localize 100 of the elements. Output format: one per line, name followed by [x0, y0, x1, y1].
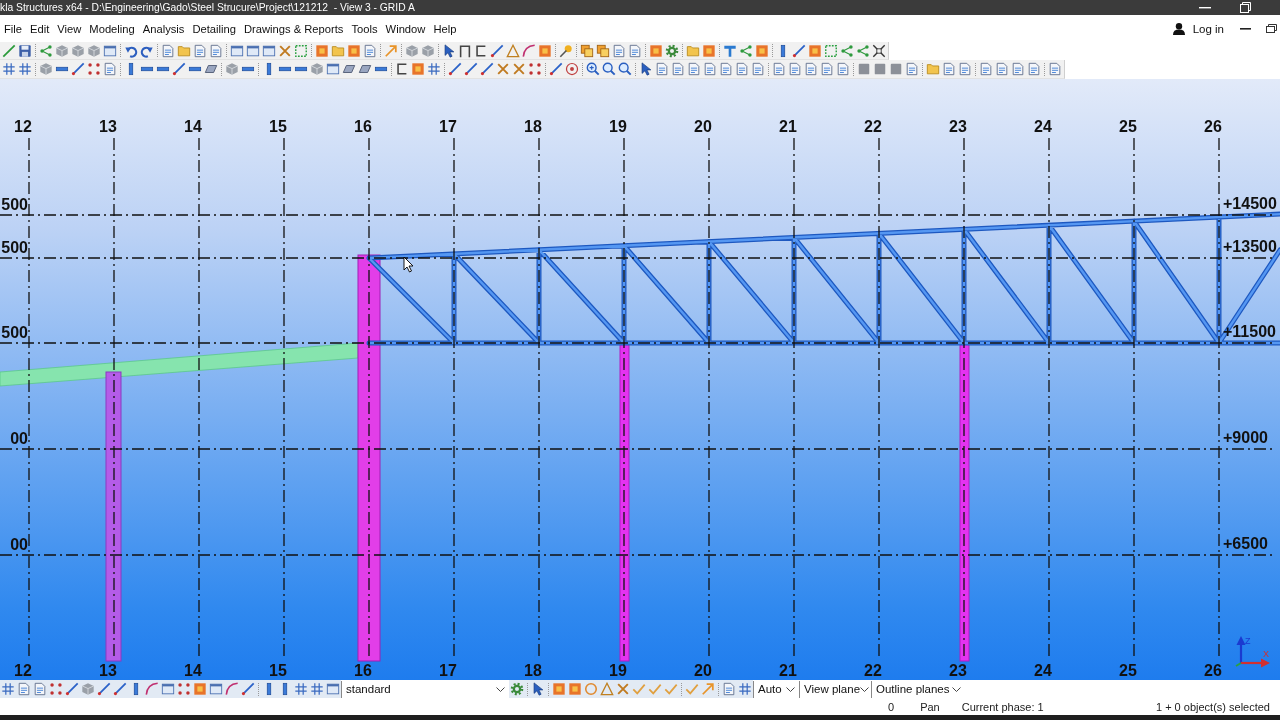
save-icon[interactable]: [18, 43, 32, 58]
magnifier-icon[interactable]: [602, 62, 616, 76]
pointer-icon[interactable]: [442, 43, 456, 58]
menu-item[interactable]: Edit: [26, 20, 54, 37]
window-icon[interactable]: [230, 43, 244, 58]
cube-icon[interactable]: [87, 43, 101, 58]
window-icon[interactable]: [246, 43, 260, 58]
document-icon[interactable]: [33, 682, 47, 696]
plate-icon[interactable]: [204, 62, 218, 76]
document-icon[interactable]: [979, 62, 993, 76]
menu-item[interactable]: Window: [381, 20, 430, 37]
document-icon[interactable]: [1048, 62, 1062, 76]
document-icon[interactable]: [628, 43, 642, 58]
document-icon[interactable]: [703, 62, 717, 76]
document-icon[interactable]: [671, 62, 685, 76]
menu-item[interactable]: Help: [429, 20, 461, 37]
target-icon[interactable]: [565, 62, 579, 76]
menu-item[interactable]: Detailing: [188, 20, 240, 37]
zoom-in-icon[interactable]: [586, 62, 600, 76]
diagonal-line-icon[interactable]: [71, 62, 85, 76]
document-icon[interactable]: [363, 43, 377, 58]
dots-icon[interactable]: [87, 62, 101, 76]
dots-icon[interactable]: [49, 682, 63, 696]
diagonal-line-icon[interactable]: [480, 62, 494, 76]
diagonal-line-icon[interactable]: [97, 682, 111, 696]
plate-icon[interactable]: [342, 62, 356, 76]
cube-icon[interactable]: [421, 43, 435, 58]
document-icon[interactable]: [687, 62, 701, 76]
pointer-icon[interactable]: [531, 682, 545, 696]
cube-icon[interactable]: [71, 43, 85, 58]
folder-icon[interactable]: [177, 43, 191, 58]
window-icon[interactable]: [161, 682, 175, 696]
tick-icon[interactable]: [664, 682, 678, 696]
block-icon[interactable]: [568, 682, 582, 696]
grid-icon[interactable]: [18, 62, 32, 76]
cube-icon[interactable]: [310, 62, 324, 76]
menu-item[interactable]: Analysis: [138, 20, 189, 37]
block-icon[interactable]: [193, 682, 207, 696]
window-icon[interactable]: [326, 62, 340, 76]
document-icon[interactable]: [905, 62, 919, 76]
pin-icon[interactable]: [559, 43, 573, 58]
expand-icon[interactable]: [872, 43, 886, 58]
diagonal-line-icon[interactable]: [464, 62, 478, 76]
document-icon[interactable]: [735, 62, 749, 76]
diagonal-line-icon[interactable]: [241, 682, 255, 696]
square-icon[interactable]: [294, 43, 308, 58]
cross-icon[interactable]: [616, 682, 630, 696]
window-icon[interactable]: [326, 682, 340, 696]
diagonal-line-icon[interactable]: [549, 62, 563, 76]
diagonal-line-icon[interactable]: [448, 62, 462, 76]
gear-icon[interactable]: [510, 682, 524, 696]
grid-icon[interactable]: [738, 682, 752, 696]
document-icon[interactable]: [655, 62, 669, 76]
arc-icon[interactable]: [522, 43, 536, 58]
block-icon[interactable]: [315, 43, 329, 58]
document-icon[interactable]: [719, 62, 733, 76]
grid-icon[interactable]: [427, 62, 441, 76]
pointer-icon[interactable]: [639, 62, 653, 76]
bracket-icon[interactable]: [474, 43, 488, 58]
dots-icon[interactable]: [177, 682, 191, 696]
bracket-icon[interactable]: [395, 62, 409, 76]
cross-icon[interactable]: [512, 62, 526, 76]
menu-item[interactable]: Tools: [347, 20, 382, 37]
document-icon[interactable]: [958, 62, 972, 76]
tick-icon[interactable]: [648, 682, 662, 696]
cube-icon[interactable]: [55, 43, 69, 58]
arrow-icon[interactable]: [701, 682, 715, 696]
cross-icon[interactable]: [278, 43, 292, 58]
share-icon[interactable]: [39, 43, 53, 58]
grid-icon[interactable]: [1, 682, 15, 696]
folder-icon[interactable]: [926, 62, 940, 76]
block-icon[interactable]: [755, 43, 769, 58]
dots-icon[interactable]: [528, 62, 542, 76]
document-icon[interactable]: [209, 43, 223, 58]
login-button[interactable]: Log in: [1172, 20, 1224, 37]
block-icon[interactable]: [347, 43, 361, 58]
menu-item[interactable]: Modeling: [85, 20, 139, 37]
plate-icon[interactable]: [358, 62, 372, 76]
share-icon[interactable]: [840, 43, 854, 58]
minimize-icon[interactable]: [1240, 27, 1251, 30]
window-icon[interactable]: [103, 43, 117, 58]
document-icon[interactable]: [788, 62, 802, 76]
dropdown[interactable]: View plane: [799, 680, 871, 698]
square-icon[interactable]: [824, 43, 838, 58]
cross-icon[interactable]: [496, 62, 510, 76]
document-icon[interactable]: [772, 62, 786, 76]
block-icon[interactable]: [552, 682, 566, 696]
block-icon[interactable]: [808, 43, 822, 58]
t-beam-icon[interactable]: [723, 43, 737, 58]
minimize-icon[interactable]: [1199, 6, 1211, 9]
grid-icon[interactable]: [310, 682, 324, 696]
folder-icon[interactable]: [331, 43, 345, 58]
diagonal-line-icon[interactable]: [490, 43, 504, 58]
copy-icon[interactable]: [580, 43, 594, 58]
gear-icon[interactable]: [665, 43, 679, 58]
window-icon[interactable]: [262, 43, 276, 58]
document-icon[interactable]: [722, 682, 736, 696]
block-icon[interactable]: [702, 43, 716, 58]
document-icon[interactable]: [751, 62, 765, 76]
folder-icon[interactable]: [686, 43, 700, 58]
